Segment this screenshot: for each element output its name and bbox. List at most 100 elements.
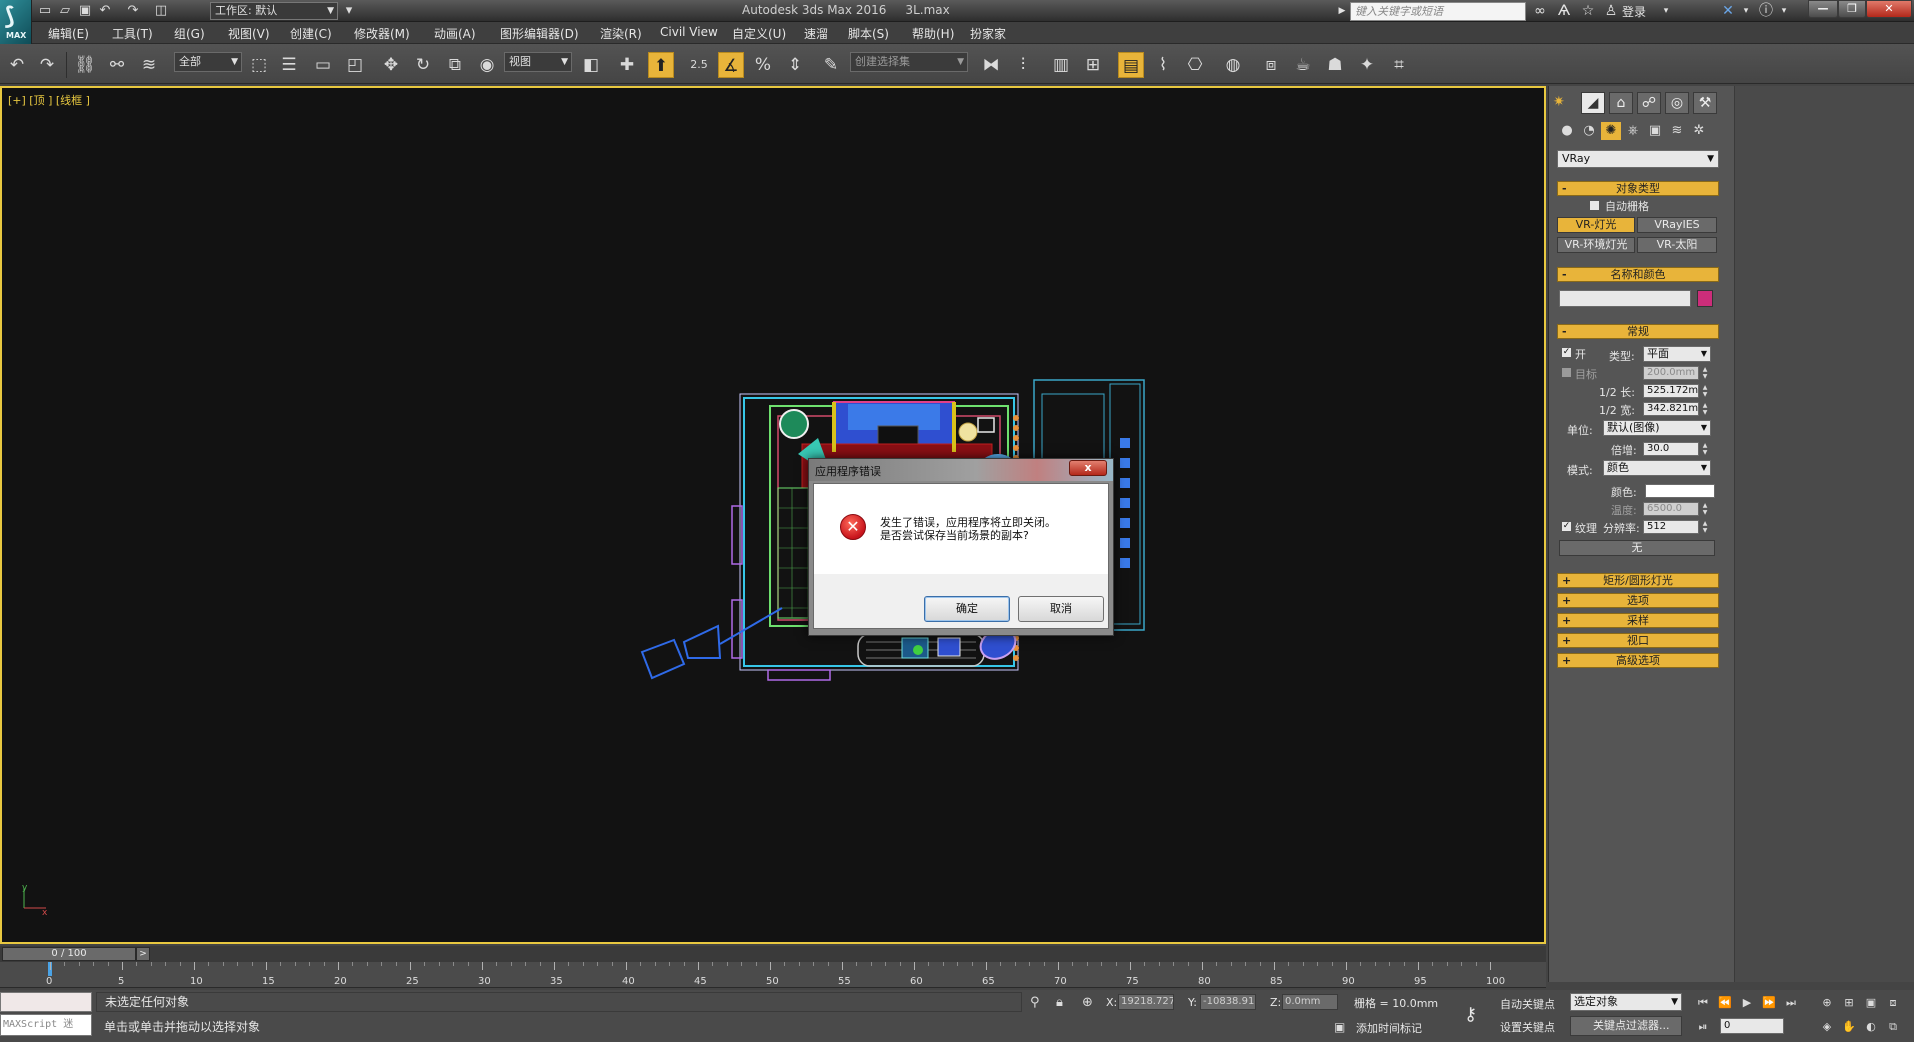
chevron-down-icon[interactable]: ▾ [1778, 2, 1790, 20]
texture-checkbox[interactable]: ✓ [1561, 521, 1572, 532]
previous-frame-icon[interactable]: ⏪ [1716, 994, 1734, 1012]
mirror-icon[interactable]: ⧓ [978, 52, 1004, 78]
favorites-star-icon[interactable]: ☆ [1578, 2, 1598, 20]
open-file-icon[interactable]: ▱ [56, 3, 74, 19]
project-folder-icon[interactable]: ◫ [152, 3, 170, 19]
tab-hierarchy[interactable]: ☍ [1637, 92, 1661, 114]
angle-snap-icon[interactable]: ∡ [718, 52, 744, 78]
resolution-spinner[interactable]: 512 [1643, 520, 1699, 534]
menu-edit[interactable]: 编辑(E) [48, 25, 89, 42]
scene-explorer-icon[interactable]: ⊞ [1080, 52, 1106, 78]
keyboard-shortcut-override-icon[interactable]: ⬆ [648, 52, 674, 78]
ok-button[interactable]: 确定 [924, 596, 1010, 622]
layer-manager-icon[interactable]: ▥ [1048, 52, 1074, 78]
key-mode-select[interactable]: 选定对象 ▼ [1570, 993, 1682, 1011]
track-bar[interactable]: 0 5 10 15 20 25 30 35 40 45 50 55 60 65 70 75 80 85 90 95 10… [0, 962, 1546, 988]
tab-utilities[interactable]: ⚒ [1693, 92, 1717, 114]
half-width-spinner[interactable]: 342.821mm [1643, 402, 1699, 416]
set-key-button[interactable]: 设置关键点 [1500, 1019, 1555, 1035]
rollout-viewport[interactable]: + 视口 [1557, 633, 1719, 648]
light-color-swatch[interactable] [1645, 484, 1715, 498]
geometry-icon[interactable]: ● [1557, 122, 1577, 140]
multiplier-spinner[interactable]: 30.0 [1643, 442, 1699, 456]
rollout-object-type[interactable]: - 对象类型 [1557, 181, 1719, 196]
chevron-down-icon[interactable]: ▾ [340, 3, 358, 19]
object-color-swatch[interactable] [1697, 290, 1713, 307]
menu-group[interactable]: 组(G) [174, 25, 205, 42]
vr-ambient-light-button[interactable]: VR-环境灯光 [1557, 237, 1635, 253]
undo-icon[interactable]: ↶ [4, 52, 30, 78]
menu-banjiajia[interactable]: 扮家家 [970, 25, 1006, 42]
go-to-end-icon[interactable]: ⏭ [1782, 994, 1800, 1012]
menu-tools[interactable]: 工具(T) [112, 25, 153, 42]
dialog-close-button[interactable]: x [1069, 460, 1107, 476]
edit-named-selection-icon[interactable]: ✎ [818, 52, 844, 78]
time-slider[interactable]: 0 / 100 > [0, 946, 1546, 962]
light-type-select[interactable]: 平面 ▼ [1643, 346, 1711, 362]
auto-grid-checkbox[interactable] [1589, 200, 1600, 211]
select-by-name-icon[interactable]: ☰ [276, 52, 302, 78]
x-coordinate-field[interactable]: 19218.727 [1118, 994, 1174, 1010]
rollout-sampling[interactable]: + 采样 [1557, 613, 1719, 628]
chevron-down-icon[interactable]: ▾ [1740, 2, 1752, 20]
spinner-arrows-icon[interactable]: ▲ ▼ [1701, 384, 1709, 398]
menu-scripting[interactable]: 脚本(S) [848, 25, 889, 42]
unlink-icon[interactable]: ⚯ [104, 52, 130, 78]
maximize-viewport-icon[interactable]: ⧉ [1884, 1018, 1902, 1036]
rollout-general[interactable]: - 常规 [1557, 324, 1719, 339]
field-of-view-icon[interactable]: ◈ [1818, 1018, 1836, 1036]
vr-light-button[interactable]: VR-灯光 [1557, 217, 1635, 233]
window-crossing-icon[interactable]: ◰ [342, 52, 368, 78]
lights-icon[interactable]: ✺ [1601, 122, 1621, 140]
placement-icon[interactable]: ◉ [474, 52, 500, 78]
workspace-select[interactable]: 工作区: 默认 ▼ [210, 2, 338, 20]
menu-animation[interactable]: 动画(A) [434, 25, 476, 42]
cancel-button[interactable]: 取消 [1018, 596, 1104, 622]
curve-editor-icon[interactable]: ⌇ [1150, 52, 1176, 78]
auto-key-button[interactable]: 自动关键点 [1500, 996, 1555, 1012]
close-window-button[interactable]: ✕ [1866, 0, 1912, 18]
zoom-icon[interactable]: ⊕ [1818, 994, 1836, 1012]
zoom-all-icon[interactable]: ⊞ [1840, 994, 1858, 1012]
scale-icon[interactable]: ⧉ [442, 52, 468, 78]
move-icon[interactable]: ✥ [378, 52, 404, 78]
minimize-button[interactable]: — [1808, 0, 1838, 18]
search-input[interactable]: 键入关键字或短语 [1350, 2, 1526, 21]
tab-modify[interactable]: ⌂ [1609, 92, 1633, 114]
spinner-arrows-icon[interactable]: ▲ ▼ [1701, 402, 1709, 416]
time-slider-thumb[interactable]: 0 / 100 [2, 947, 136, 961]
mode-select[interactable]: 颜色 ▼ [1603, 460, 1711, 476]
next-frame-button[interactable]: > [136, 947, 150, 961]
key-filters-button[interactable]: 关键点过滤器... [1570, 1016, 1682, 1036]
menu-views[interactable]: 视图(V) [228, 25, 270, 42]
viewport-top[interactable]: [+] [顶 ] [线框 ] y x [0, 86, 1546, 944]
menu-customize[interactable]: 自定义(U) [732, 25, 786, 42]
menu-modifiers[interactable]: 修改器(M) [354, 25, 410, 42]
tab-motion[interactable]: ◎ [1665, 92, 1689, 114]
spinner-snap-icon[interactable]: ⇕ [782, 52, 808, 78]
spacewarps-icon[interactable]: ≋ [1667, 122, 1687, 140]
isolate-icon[interactable]: ⚲ [1030, 995, 1040, 1010]
undo-icon[interactable]: ↶ [96, 3, 114, 19]
temperature-spinner[interactable]: 6500.0 [1643, 502, 1699, 516]
rollout-advanced-options[interactable]: + 高级选项 [1557, 653, 1719, 668]
helpers-icon[interactable]: ▣ [1645, 122, 1665, 140]
spinner-arrows-icon[interactable]: ▲ ▼ [1701, 366, 1709, 380]
material-editor-icon[interactable]: ◍ [1220, 52, 1246, 78]
reference-coordinate-select[interactable]: 视图 ▼ [504, 52, 572, 72]
redo-icon[interactable]: ↷ [124, 3, 142, 19]
rollout-options[interactable]: + 选项 [1557, 593, 1719, 608]
link-icon[interactable]: ⛓ [72, 52, 98, 78]
z-coordinate-field[interactable]: 0.0mm [1282, 994, 1338, 1010]
new-file-icon[interactable]: ▭ [36, 3, 54, 19]
bind-spacewarp-icon[interactable]: ≋ [136, 52, 162, 78]
render-production-icon[interactable]: ☗ [1322, 52, 1348, 78]
key-icon[interactable]: ⚷ [1464, 1004, 1477, 1025]
rollout-name-color[interactable]: - 名称和颜色 [1557, 267, 1719, 282]
percent-snap-icon[interactable]: % [750, 52, 776, 78]
chevron-down-icon[interactable]: ▾ [1660, 2, 1672, 20]
shapes-icon[interactable]: ◔ [1579, 122, 1599, 140]
rect-selection-icon[interactable]: ▭ [310, 52, 336, 78]
zoom-extents-icon[interactable]: ▣ [1862, 994, 1880, 1012]
menu-graph-editors[interactable]: 图形编辑器(D) [500, 25, 579, 42]
